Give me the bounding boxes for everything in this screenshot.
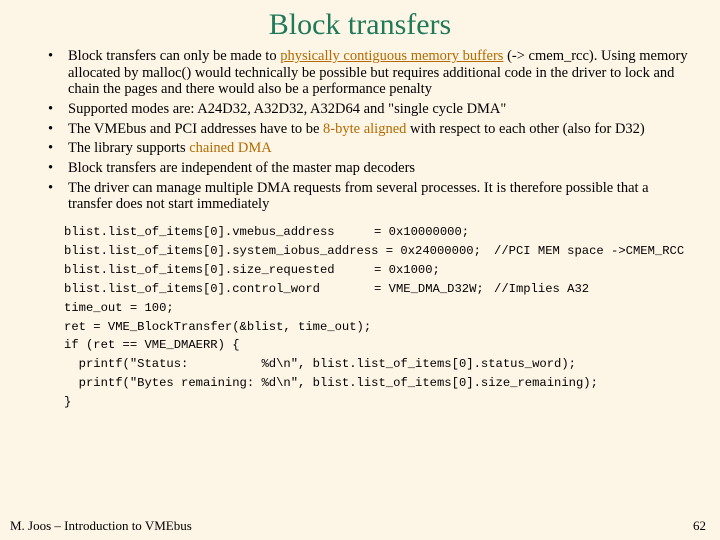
bullet-item: The VMEbus and PCI addresses have to be …: [54, 121, 696, 138]
bullet-item: Block transfers can only be made to phys…: [54, 48, 696, 98]
bullet-text: The library supports: [68, 140, 189, 156]
bullet-text: with respect to each other (also for D32…: [406, 121, 644, 137]
code-block: blist.list_of_items[0].vmebus_address= 0…: [64, 223, 696, 412]
page-number: 62: [693, 518, 706, 534]
code-text: blist.list_of_items[0].system_iobus_addr…: [64, 242, 494, 261]
code-text: ret = VME_BlockTransfer(&blist, time_out…: [64, 320, 371, 334]
code-text: printf("Status: %d\n", blist.list_of_ite…: [64, 357, 576, 371]
bullet-item: The library supports chained DMA: [54, 140, 696, 157]
highlight-text: chained DMA: [189, 140, 272, 156]
code-text: blist.list_of_items[0].vmebus_address: [64, 223, 374, 242]
bullet-text: Block transfers can only be made to: [68, 48, 280, 64]
code-text: //PCI MEM space ->CMEM_RCC: [494, 244, 684, 258]
bullet-item: The driver can manage multiple DMA reque…: [54, 180, 696, 213]
bullet-item: Supported modes are: A24D32, A32D32, A32…: [54, 101, 696, 118]
bullet-text: The driver can manage multiple DMA reque…: [68, 180, 649, 213]
footer-text: M. Joos – Introduction to VMEbus: [10, 518, 192, 534]
highlight-text: physically contiguous memory buffers: [280, 48, 503, 64]
bullet-item: Block transfers are independent of the m…: [54, 160, 696, 177]
highlight-text: 8-byte aligned: [323, 121, 406, 137]
code-text: = 0x10000000;: [374, 225, 469, 239]
code-text: blist.list_of_items[0].size_requested: [64, 261, 374, 280]
code-text: if (ret == VME_DMAERR) {: [64, 338, 240, 352]
code-text: blist.list_of_items[0].control_word: [64, 280, 374, 299]
code-text: //Implies A32: [494, 282, 589, 296]
code-text: = VME_DMA_D32W;: [374, 280, 494, 299]
bullet-text: Block transfers are independent of the m…: [68, 160, 415, 176]
code-text: time_out = 100;: [64, 301, 174, 315]
code-text: }: [64, 395, 71, 409]
slide-title: Block transfers: [24, 8, 696, 42]
code-text: = 0x1000;: [374, 263, 440, 277]
bullet-list: Block transfers can only be made to phys…: [24, 48, 696, 213]
bullet-text: Supported modes are: A24D32, A32D32, A32…: [68, 101, 506, 117]
slide: Block transfers Block transfers can only…: [0, 0, 720, 540]
code-text: printf("Bytes remaining: %d\n", blist.li…: [64, 376, 598, 390]
bullet-text: The VMEbus and PCI addresses have to be: [68, 121, 323, 137]
